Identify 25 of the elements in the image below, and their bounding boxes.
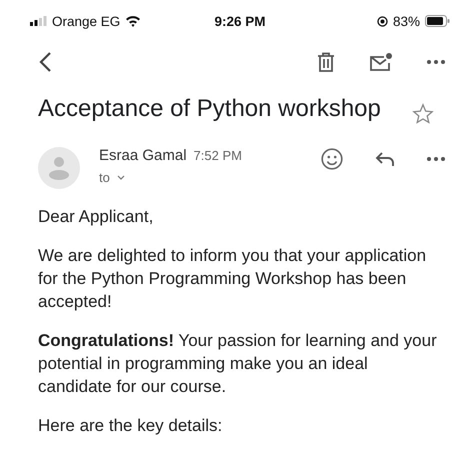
wifi-icon [125,15,142,27]
battery-percent: 83% [392,14,420,28]
signal-icon [30,16,47,26]
body-paragraph: Here are the key details: [38,415,224,437]
back-icon[interactable] [38,51,52,73]
email-subject: Acceptance of Python workshop [38,95,381,123]
star-icon[interactable] [412,103,434,125]
battery-icon [425,15,450,27]
reply-icon[interactable] [375,151,395,167]
chevron-down-icon [116,175,125,180]
trash-icon[interactable] [317,52,335,72]
mail-dot-icon[interactable] [369,52,393,72]
body-paragraph: We are delighted to inform you that your application for the Python Programming Workshop has been accepted! [38,245,428,313]
status-time: 9:26 PM [214,14,266,28]
smiley-icon[interactable] [321,148,343,170]
recipient-toggle[interactable]: to [99,170,125,185]
more-icon[interactable] [427,157,445,161]
orientation-lock-icon [376,16,388,26]
body-paragraph: Congratulations! Your passion for learning and your potential in programming make you an ideal candidate for our course. [38,330,438,398]
avatar-icon [38,147,80,189]
carrier-name: Orange EG [52,14,120,28]
sent-time: 7:52 PM [194,148,242,163]
sender-name: Esraa Gamal [99,147,187,164]
body-paragraph: Dear Applicant, [38,206,154,228]
more-icon[interactable] [427,60,445,64]
